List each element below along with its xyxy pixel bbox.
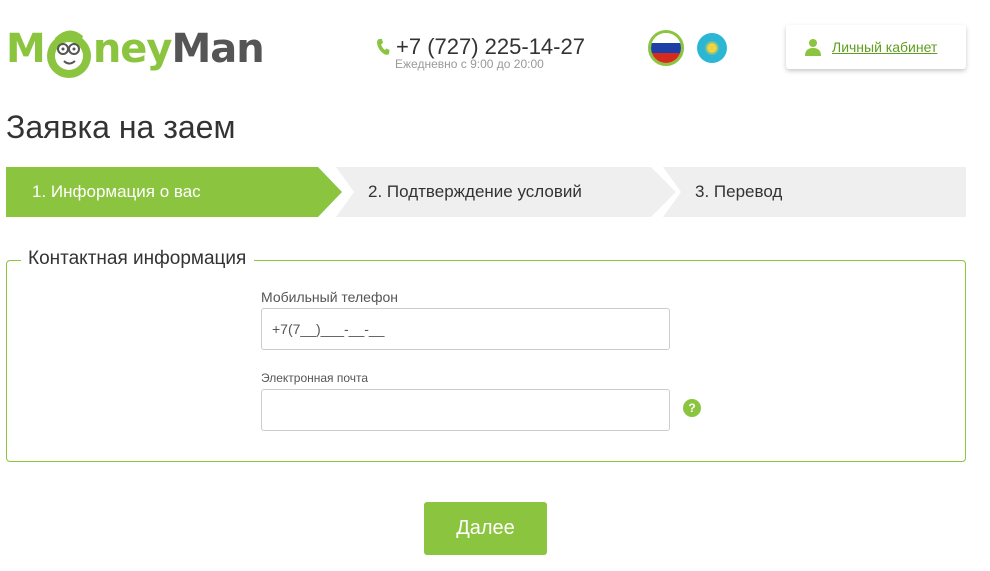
logo-ney: ney <box>92 26 173 72</box>
mascot-face-icon <box>46 30 91 78</box>
email-label: Электронная почта <box>261 371 369 385</box>
mobile-phone-input[interactable] <box>261 308 670 350</box>
step-transfer: 3. Перевод <box>695 182 783 201</box>
moneyman-logo[interactable]: M neyMan <box>6 16 265 86</box>
user-icon <box>805 39 821 56</box>
contact-phone: +7 (727) 225-14-27 Ежедневно с 9:00 до 2… <box>376 34 585 71</box>
logo-m: M <box>6 26 46 72</box>
personal-cabinet-link[interactable]: Личный кабинет <box>832 39 937 55</box>
logo-man: Man <box>171 26 265 72</box>
step-information: 1. Информация о вас <box>32 182 201 201</box>
contact-info-section: Контактная информация Мобильный телефон … <box>6 248 966 462</box>
kazakhstan-flag-icon[interactable] <box>697 33 727 63</box>
contact-info-legend: Контактная информация <box>21 248 255 270</box>
email-input[interactable] <box>261 389 670 431</box>
next-button[interactable]: Далее <box>424 502 547 555</box>
personal-cabinet-button[interactable]: Личный кабинет <box>786 25 966 69</box>
phone-label: Мобильный телефон <box>261 289 398 305</box>
phone-icon <box>377 39 390 55</box>
help-icon[interactable]: ? <box>683 399 701 417</box>
page-title: Заявка на заем <box>6 109 236 145</box>
russian-flag-icon[interactable] <box>648 30 684 66</box>
kz-sun <box>707 43 717 53</box>
step-confirmation: 2. Подтверждение условий <box>368 182 582 201</box>
progress-steps: 1. Информация о вас 2. Подтверждение усл… <box>6 167 966 217</box>
